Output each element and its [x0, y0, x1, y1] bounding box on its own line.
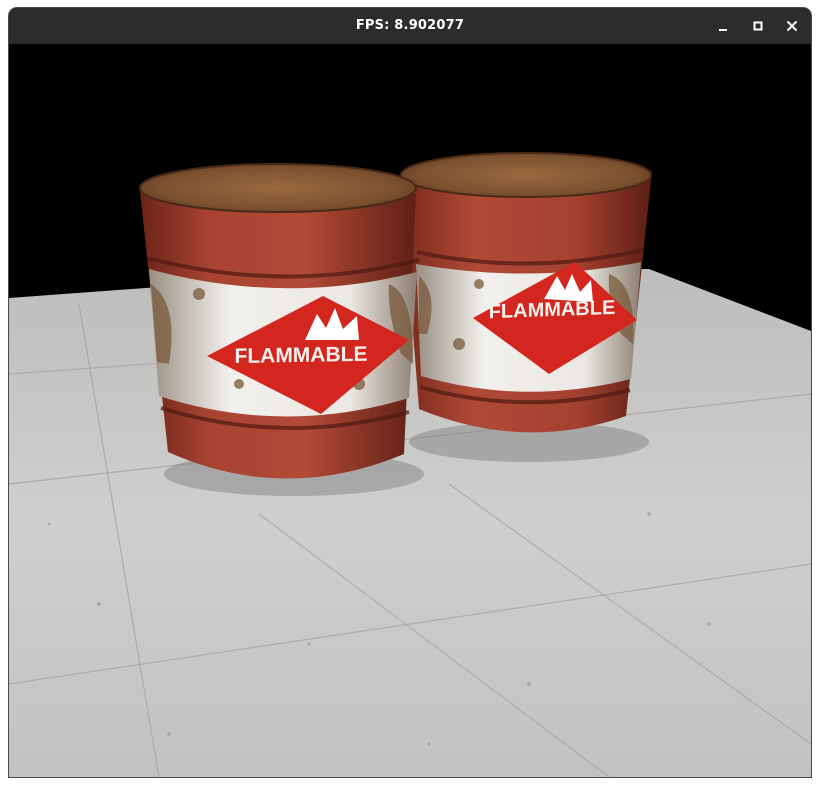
close-button[interactable] [778, 12, 806, 40]
3d-scene: FLAMMABLE FLAMMABLE [9, 44, 811, 777]
barrel-right: FLAMMABLE [400, 152, 652, 433]
app-window: FPS: 8.902077 FLAMMABLE FLAMMABLE [9, 8, 811, 777]
barrel-left: FLAMMABLE [139, 163, 420, 479]
minimize-icon [719, 29, 727, 31]
barrel-label-right: FLAMMABLE [489, 297, 616, 323]
title-bar[interactable]: FPS: 8.902077 [9, 8, 811, 44]
minimize-button[interactable] [709, 12, 737, 40]
render-viewport[interactable]: FLAMMABLE FLAMMABLE [9, 44, 811, 777]
close-icon [787, 21, 797, 31]
barrel-label-left: FLAMMABLE [235, 343, 368, 368]
maximize-icon [753, 21, 763, 31]
window-title: FPS: 8.902077 [355, 18, 465, 33]
maximize-button[interactable] [744, 12, 772, 40]
